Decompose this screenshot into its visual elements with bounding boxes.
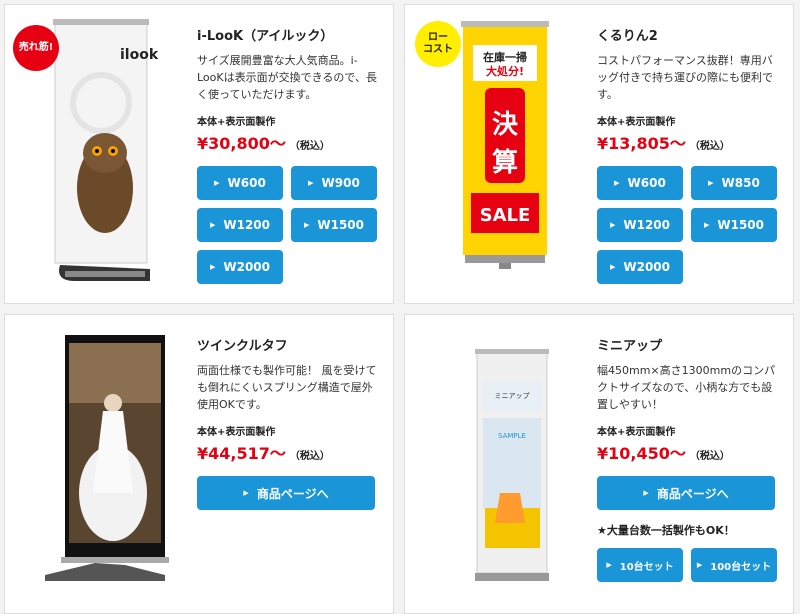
svg-text:決: 決 (492, 110, 519, 140)
size-button-w600[interactable]: ▶ W600 (197, 166, 283, 200)
made-label: 本体+表示面製作 (597, 117, 676, 128)
product-description: サイズ展開豊富な大人気商品。i-LooKは表示面が交換できるので、長く使っていた… (197, 54, 377, 101)
size-button-w2000[interactable]: ▶ W2000 (197, 250, 283, 284)
svg-text:在庫一掃: 在庫一掃 (483, 50, 527, 64)
svg-text:大処分!: 大処分! (486, 64, 524, 78)
play-triangle-icon: ▶ (643, 489, 649, 497)
product-name: ミニアップ (597, 339, 663, 354)
svg-text:ミニアップ: ミニアップ (495, 392, 530, 400)
play-triangle-icon: ▶ (614, 179, 620, 187)
made-label: 本体+表示面製作 (197, 117, 276, 128)
tax-label: （税込） (289, 141, 330, 152)
play-triangle-icon: ▶ (606, 561, 612, 569)
product-name: ツインクルタフ (197, 339, 288, 354)
bulk-100-set-button[interactable]: ▶ 100台セット (691, 548, 777, 582)
svg-text:算: 算 (492, 147, 518, 178)
product-card-twinkletough: ツインクルタフ 両面仕様でも製作可能！ 風を受けても倒れにくいスプリング構造で屋… (4, 314, 394, 614)
size-button-w1500[interactable]: ▶ W1500 (291, 208, 377, 242)
product-description: 幅450mm×高さ1300mmのコンパクトサイズなので、小柄な方でも設置しやすい… (597, 364, 776, 411)
bestseller-badge: 売れ筋! (13, 25, 59, 71)
bulk-order-note: ★大量台数一括製作もOK！ (597, 524, 735, 537)
product-price: ¥30,800〜 （税込） (197, 134, 330, 153)
product-description: 両面仕様でも製作可能！ 風を受けても倒れにくいスプリング構造で屋外使用OKです。 (197, 364, 377, 411)
size-button-w600[interactable]: ▶ W600 (597, 166, 683, 200)
ilook-logo: ilook (120, 47, 159, 63)
size-button-w1200[interactable]: ▶ W1200 (597, 208, 683, 242)
bulk-10-set-button[interactable]: ▶ 10台セット (597, 548, 683, 582)
play-triangle-icon: ▶ (609, 221, 616, 229)
play-triangle-icon: ▶ (209, 263, 216, 271)
tax-label: （税込） (689, 141, 730, 152)
product-card-ilook: 売れ筋! ilook i-LooK（アイルック） サイズ展開豊富な大人気商品。i… (4, 4, 394, 304)
play-triangle-icon: ▶ (303, 221, 310, 229)
size-button-w1500[interactable]: ▶ W1500 (691, 208, 777, 242)
product-price: ¥10,450〜 （税込） (597, 444, 730, 463)
made-label: 本体+表示面製作 (197, 427, 276, 438)
play-triangle-icon: ▶ (214, 179, 220, 187)
play-triangle-icon: ▶ (696, 561, 703, 569)
product-price: ¥13,805〜 （税込） (597, 134, 730, 153)
tax-label: （税込） (689, 451, 730, 462)
play-triangle-icon: ▶ (209, 221, 216, 229)
size-button-w850[interactable]: ▶ W850 (691, 166, 777, 200)
product-description: コストパフォーマンス抜群！専用バッグ付きで持ち運びの際にも便利です。 (597, 54, 773, 101)
product-page-button[interactable]: ▶ 商品ページへ (597, 476, 775, 510)
product-image-twinkletough[interactable] (25, 323, 175, 608)
product-price: ¥44,517〜 （税込） (197, 444, 330, 463)
product-card-miniup: ミニアップ SAMPLE ミニアップ 幅450mm×高さ1300mmのコンパクト… (404, 314, 794, 614)
tax-label: （税込） (289, 451, 330, 462)
play-triangle-icon: ▶ (243, 489, 249, 497)
product-card-kururin2: ロー コスト 決 算 SALE 在庫一掃 大処分! くるりん2 コストパフォーマ… (404, 4, 794, 304)
product-name: i-LooK（アイルック） (197, 29, 334, 44)
size-button-w1200[interactable]: ▶ W1200 (197, 208, 283, 242)
product-image-miniup[interactable]: ミニアップ SAMPLE (425, 323, 575, 608)
size-button-w2000[interactable]: ▶ W2000 (597, 250, 683, 284)
svg-text:SALE: SALE (480, 205, 531, 226)
product-page-button[interactable]: ▶ 商品ページへ (197, 476, 375, 510)
play-triangle-icon: ▶ (609, 263, 616, 271)
low-cost-badge: ロー コスト (415, 21, 461, 67)
svg-text:SAMPLE: SAMPLE (498, 432, 526, 440)
play-triangle-icon: ▶ (308, 179, 314, 187)
size-button-w900[interactable]: ▶ W900 (291, 166, 377, 200)
product-name: くるりん2 (597, 29, 658, 44)
made-label: 本体+表示面製作 (597, 427, 676, 438)
play-triangle-icon: ▶ (708, 179, 714, 187)
play-triangle-icon: ▶ (703, 221, 710, 229)
